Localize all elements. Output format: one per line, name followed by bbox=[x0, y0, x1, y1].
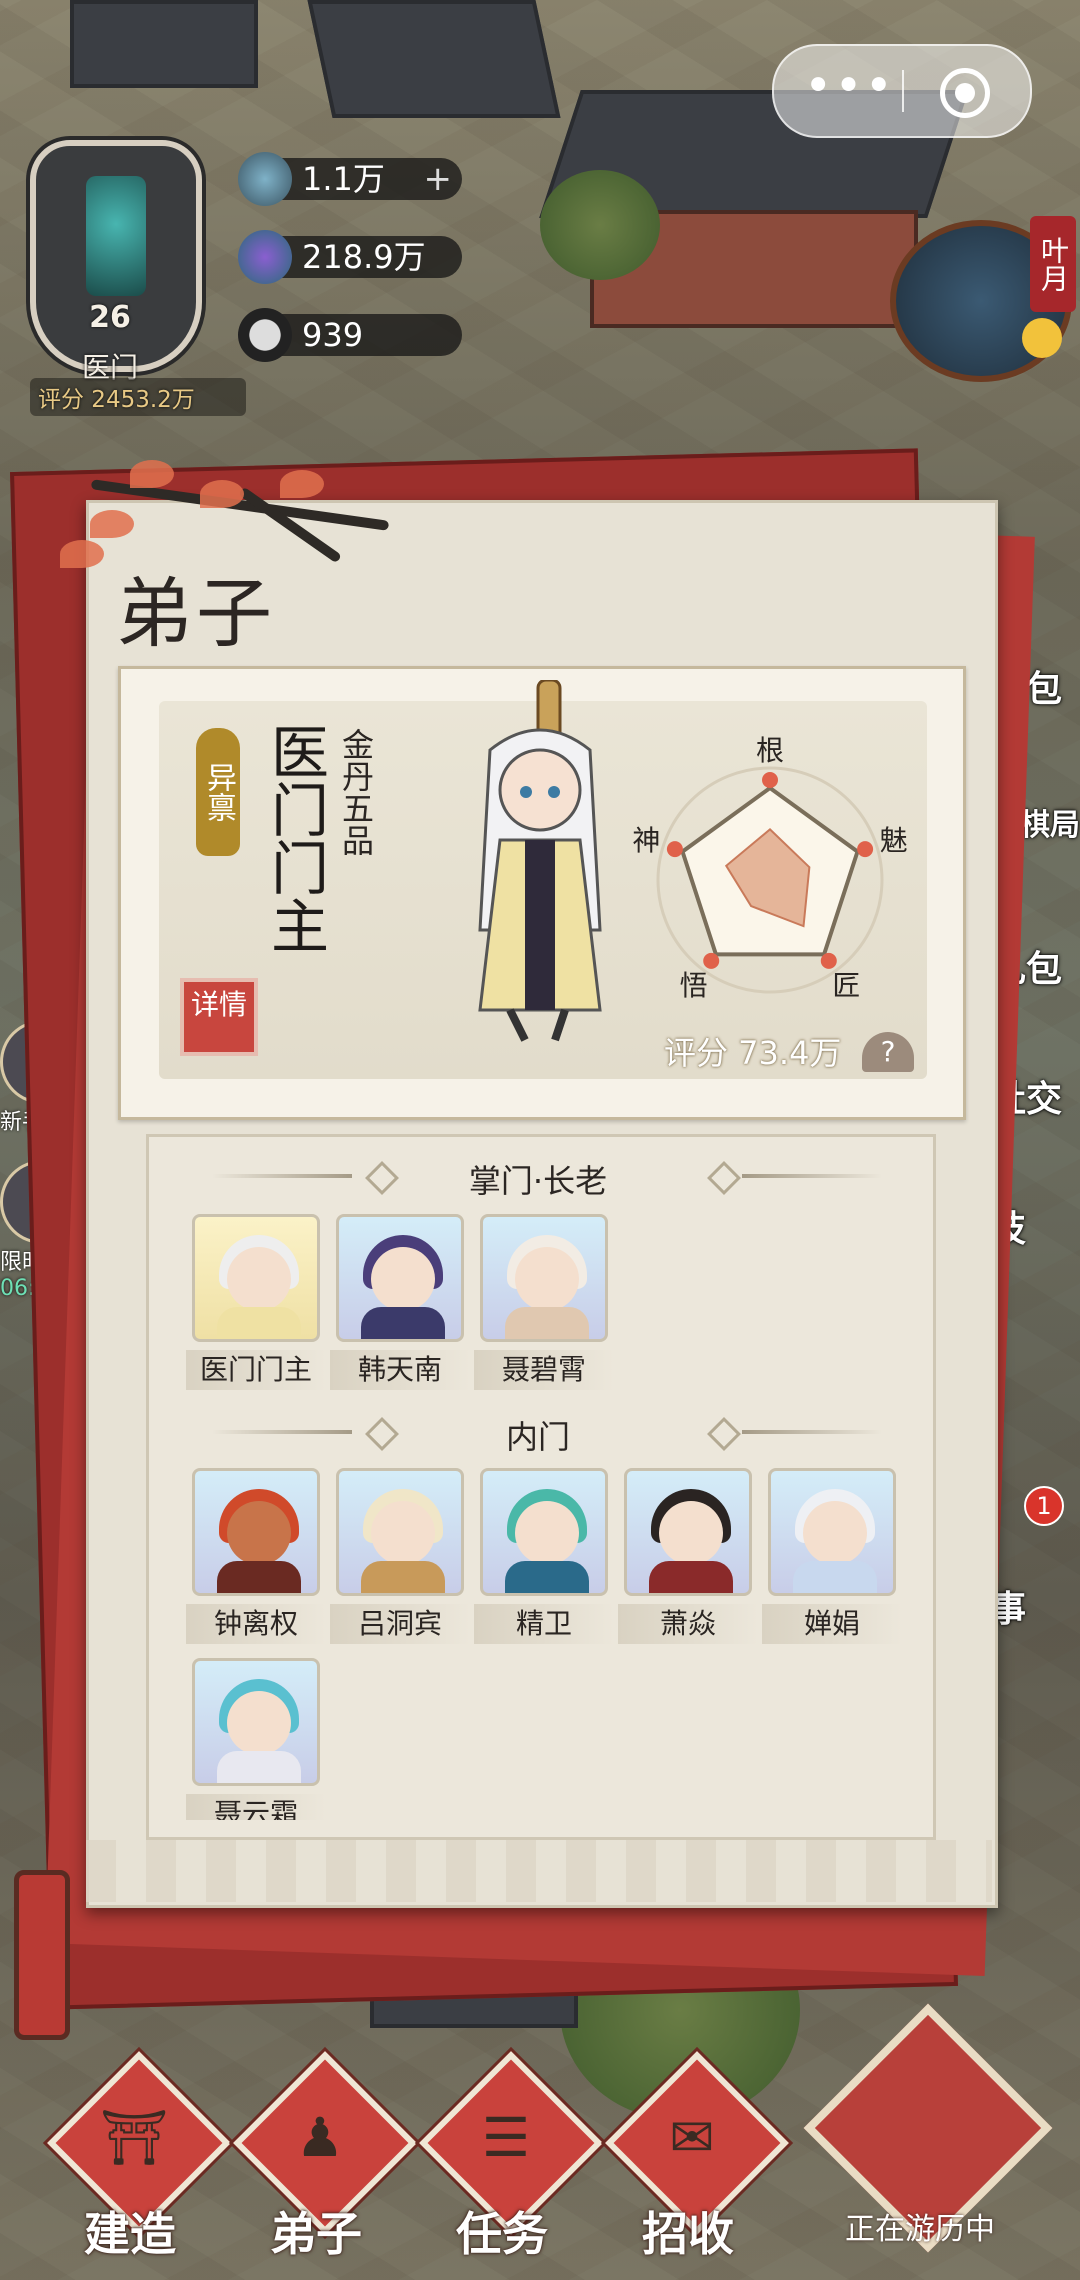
notification-badge: 1 bbox=[1024, 1486, 1064, 1526]
tree bbox=[540, 170, 660, 280]
disciple-avatar[interactable] bbox=[480, 1214, 608, 1342]
radar-star-icon bbox=[820, 952, 837, 969]
character-realm: 金丹五品 bbox=[337, 728, 375, 856]
disciple-avatar[interactable] bbox=[768, 1468, 896, 1596]
character-name: 医门门主 bbox=[261, 722, 329, 954]
nav-label: 弟子 bbox=[270, 2207, 362, 2261]
section-title-leaders: 掌门·长老 bbox=[468, 1162, 608, 1200]
disciple-avatar[interactable] bbox=[480, 1468, 608, 1596]
radar-star-icon bbox=[666, 841, 683, 858]
disciple-name: 精卫 bbox=[474, 1604, 614, 1644]
more-menu-button[interactable]: ••• bbox=[804, 62, 893, 116]
resource-spirit-stone[interactable]: 218.9万 bbox=[238, 230, 462, 284]
nav-tasks[interactable]: ☰ 任务 bbox=[412, 2051, 603, 2261]
plum-branch-decoration bbox=[30, 440, 410, 570]
disciple-avatar[interactable] bbox=[192, 1468, 320, 1596]
disciple-name: 韩天南 bbox=[330, 1350, 470, 1390]
spirit-stone-icon bbox=[238, 230, 292, 284]
disciple-name: 医门门主 bbox=[186, 1350, 326, 1390]
section-title-inner: 内门 bbox=[505, 1418, 570, 1456]
disciple-avatar[interactable] bbox=[624, 1468, 752, 1596]
building-icon: ⛩ bbox=[99, 2106, 169, 2169]
nav-label: 招收 bbox=[642, 2207, 734, 2261]
divider bbox=[742, 1430, 882, 1434]
disciple-name: 吕洞宾 bbox=[330, 1604, 470, 1644]
resource-coins[interactable]: 1.1万 + bbox=[238, 152, 462, 206]
nav-label: 建造 bbox=[84, 2207, 176, 2261]
disciple-avatar[interactable] bbox=[192, 1214, 320, 1342]
divider bbox=[742, 1174, 882, 1178]
resource-value: 218.9万 bbox=[302, 238, 426, 276]
radar-star-icon bbox=[857, 841, 874, 858]
disciple-avatar[interactable] bbox=[336, 1214, 464, 1342]
radar-label: 悟 bbox=[680, 969, 708, 1002]
close-miniprogram-button[interactable] bbox=[940, 68, 990, 118]
sect-score: 评分 2453.2万 bbox=[30, 378, 246, 416]
day-cycle-clock[interactable]: 叶月 bbox=[890, 216, 1076, 382]
resource-yinyang[interactable]: 939 bbox=[238, 308, 462, 362]
disciple-name: 婵娟 bbox=[762, 1604, 902, 1644]
month-tag: 叶月 bbox=[1030, 216, 1076, 312]
add-coins-button[interactable]: + bbox=[424, 158, 453, 200]
radar-star-icon bbox=[762, 772, 778, 788]
event-button[interactable]: 事 bbox=[990, 1580, 1080, 1670]
sect-badge[interactable]: 26 医门 评分 2453.2万 bbox=[20, 110, 246, 416]
disciple-name: 钟离权 bbox=[186, 1604, 326, 1644]
nav-disciples[interactable]: ♟ 弟子 bbox=[226, 2051, 417, 2261]
mini-program-capsule: ••• bbox=[772, 44, 1032, 138]
disciple-avatar[interactable] bbox=[336, 1468, 464, 1596]
nav-label: 任务 bbox=[456, 2207, 548, 2261]
resource-value: 1.1万 bbox=[302, 160, 385, 198]
disciple-name: 萧焱 bbox=[618, 1604, 758, 1644]
disciple-name: 聂云霜 bbox=[186, 1794, 326, 1820]
radar-label: 魅 bbox=[880, 824, 908, 857]
radar-label: 根 bbox=[756, 735, 784, 767]
radar-label: 匠 bbox=[832, 969, 860, 1002]
panel-title: 弟子 bbox=[116, 569, 276, 658]
cloud-coin-icon bbox=[238, 152, 292, 206]
disciple-avatar[interactable] bbox=[192, 1658, 320, 1786]
detail-button[interactable]: 详情 bbox=[180, 978, 258, 1056]
panel-pattern bbox=[86, 1840, 992, 1902]
scroll-icon[interactable] bbox=[14, 1870, 70, 2040]
sect-emblem-icon bbox=[30, 140, 202, 372]
gate-roof bbox=[70, 0, 258, 88]
radar-star-icon bbox=[703, 952, 720, 969]
nav-build[interactable]: ⛩ 建造 bbox=[40, 2051, 231, 2261]
nav-recruit[interactable]: ✉ 招收 bbox=[598, 2051, 789, 2261]
tower-roof bbox=[307, 0, 561, 118]
invitation-card-icon: ✉ bbox=[669, 2106, 715, 2169]
travel-status-button[interactable]: 正在游历中 bbox=[800, 2003, 1053, 2260]
scroll-task-icon: ☰ bbox=[481, 2106, 531, 2169]
disciple-name: 聂碧霄 bbox=[474, 1350, 614, 1390]
disciple-icon: ♟ bbox=[295, 2106, 345, 2169]
travel-label: 正在游历中 bbox=[845, 2212, 995, 2247]
attribute-radar-chart: 根魅匠 悟 神 bbox=[632, 735, 908, 1002]
radar-label: 神 bbox=[632, 824, 660, 857]
sun-icon bbox=[1022, 318, 1062, 358]
character-portrait bbox=[478, 680, 602, 1042]
yin-yang-icon bbox=[238, 308, 292, 362]
resource-value: 939 bbox=[302, 316, 364, 354]
sect-level: 26 bbox=[89, 300, 131, 335]
rank-tag: 异禀 bbox=[196, 728, 240, 856]
character-score: 评分 73.4万 bbox=[664, 1034, 842, 1072]
